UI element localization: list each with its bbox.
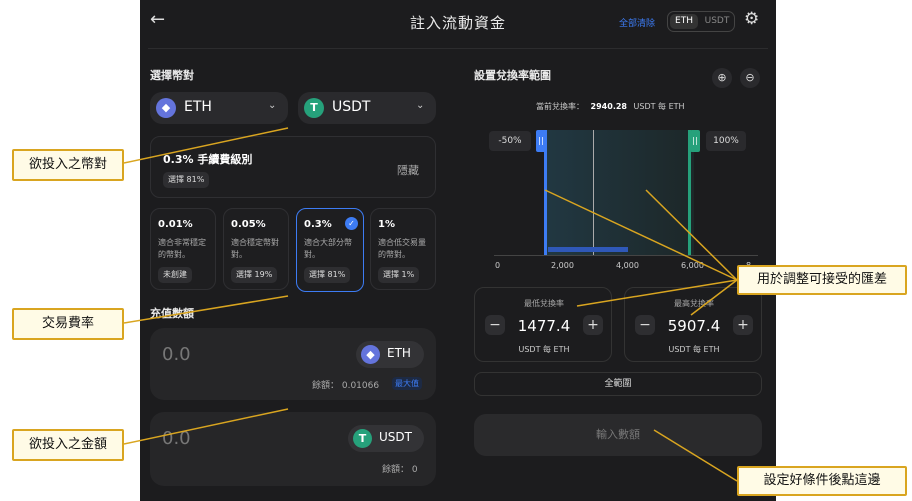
eth-icon: ◆ [156,98,176,118]
fee-option-1[interactable]: 1% 適合低交易量 的幣對。 選擇 1% [370,208,436,290]
usdt-icon: T [353,429,372,448]
axis-tick: 6,000 [681,261,704,270]
fee-tier-title: 0.3% 手續費級別 [163,153,253,166]
axis-tick: 0 [495,261,501,270]
callout-pair: 欲投入之幣對 [12,149,124,181]
fee-option-pct: 0.01% [158,219,193,230]
fee-option-badge: 選擇 81% [304,267,351,283]
toggle-eth[interactable]: ETH [670,14,698,29]
fee-option-desc-2: 對。 [304,250,320,259]
token-a-pill: ◆ ETH [356,341,424,368]
toggle-usdt[interactable]: USDT [701,14,733,29]
range-section-label: 設置兌換率範圍 [474,69,551,82]
chevron-down-icon: ⌄ [416,100,425,111]
max-pct-tag: 100% [706,131,746,151]
fee-option-pct: 1% [378,219,395,230]
fee-option-desc-1: 適合大部分幣 [304,238,352,247]
amount-b-input[interactable]: 0.0 [162,428,191,449]
max-price-label: 最高兌換率 [674,299,714,308]
token-a-name: ETH [387,346,411,360]
zoom-in-icon[interactable]: ⊕ [712,68,732,88]
min-plus-button[interactable]: + [583,315,603,335]
liquidity-bar [548,247,628,252]
min-price-card: 最低兌換率 − 1477.4 + USDT 每 ETH [474,287,612,362]
min-range-handle[interactable]: || [536,130,546,152]
fee-option-005[interactable]: 0.05% 適合穩定幣對 對。 選擇 19% [223,208,289,290]
callout-confirm: 設定好條件後點這邊 [737,466,907,496]
fee-option-pct: 0.3% [304,219,332,230]
fee-option-badge: 選擇 19% [231,267,278,283]
deposit-b-card: 0.0 T USDT 餘額： 0 [150,412,436,486]
token-b-pill: T USDT [348,425,424,452]
eth-icon: ◆ [361,345,380,364]
hide-button[interactable]: 隱藏 [397,162,419,178]
fee-option-desc-2: 對。 [231,250,247,259]
fee-option-desc-1: 適合穩定幣對 [231,238,279,247]
current-price-value: 2940.28 [590,102,627,111]
axis-tick: 4,000 [616,261,639,270]
min-price-label: 最低兌換率 [524,299,564,308]
current-price-line-marker [593,130,594,255]
x-axis-line [494,255,758,256]
clear-all-link[interactable]: 全部清除 [619,16,655,29]
max-button[interactable]: 最大值 [392,377,422,390]
max-price-unit: USDT 每 ETH [668,345,720,354]
add-liquidity-panel: ← 註入流動資金 全部清除 ETH USDT ⚙ 選擇幣對 ◆ ETH ⌄ T … [140,0,776,501]
balance-b: 餘額： 0 [382,465,418,475]
pair-section-label: 選擇幣對 [150,69,194,82]
range-band [544,130,694,255]
fee-tier-summary: 0.3% 手續費級別 選擇 81% 隱藏 [150,136,436,198]
fee-option-desc-1: 適合低交易量 [378,238,426,247]
zoom-out-icon[interactable]: ⊖ [740,68,760,88]
token-a-select[interactable]: ◆ ETH ⌄ [150,92,288,124]
fee-option-desc-2: 的幣對。 [378,250,410,259]
fee-selected-badge: 選擇 81% [163,172,210,188]
fee-option-desc-2: 的幣對。 [158,250,190,259]
gear-icon[interactable]: ⚙ [744,9,759,29]
enter-amount-button[interactable]: 輸入數額 [474,414,762,456]
current-price-label: 當前兌換率： [536,102,584,111]
usdt-icon: T [304,98,324,118]
fee-option-001[interactable]: 0.01% 適合非常穩定 的幣對。 未創建 [150,208,216,290]
token-b-name: USDT [332,99,371,115]
current-price-line: 當前兌換率： 2940.28 USDT 每 ETH [536,101,685,112]
current-price-unit: USDT 每 ETH [633,102,685,111]
currency-toggle[interactable]: ETH USDT [667,11,735,32]
fee-option-pct: 0.05% [231,219,266,230]
fee-option-badge: 未創建 [158,267,192,283]
callout-amount: 欲投入之金額 [12,429,124,461]
deposit-a-card: 0.0 ◆ ETH 餘額： 0.01066 最大值 [150,328,436,400]
check-icon: ✓ [345,217,358,230]
token-b-select[interactable]: T USDT ⌄ [298,92,436,124]
header-divider [148,48,768,49]
max-plus-button[interactable]: + [733,315,753,335]
callout-fee: 交易費率 [12,308,124,340]
chevron-down-icon: ⌄ [268,100,277,111]
fee-option-desc-1: 適合非常穩定 [158,238,206,247]
min-price-unit: USDT 每 ETH [518,345,570,354]
amount-a-input[interactable]: 0.0 [162,344,191,365]
full-range-button[interactable]: 全範圍 [474,372,762,396]
token-b-name: USDT [379,430,412,444]
token-a-name: ETH [184,99,212,115]
balance-a: 餘額： 0.01066 [312,381,380,391]
axis-tick: 2,000 [551,261,574,270]
max-range-handle[interactable]: || [690,130,700,152]
min-pct-tag: -50% [489,131,531,151]
fee-option-badge: 選擇 1% [378,267,420,283]
fee-option-03-selected[interactable]: 0.3% ✓ 適合大部分幣 對。 選擇 81% [296,208,364,292]
max-price-card: 最高兌換率 − 5907.4 + USDT 每 ETH [624,287,762,362]
deposit-section-label: 充值數額 [150,307,194,320]
callout-range: 用於調整可接受的匯差 [737,265,907,295]
